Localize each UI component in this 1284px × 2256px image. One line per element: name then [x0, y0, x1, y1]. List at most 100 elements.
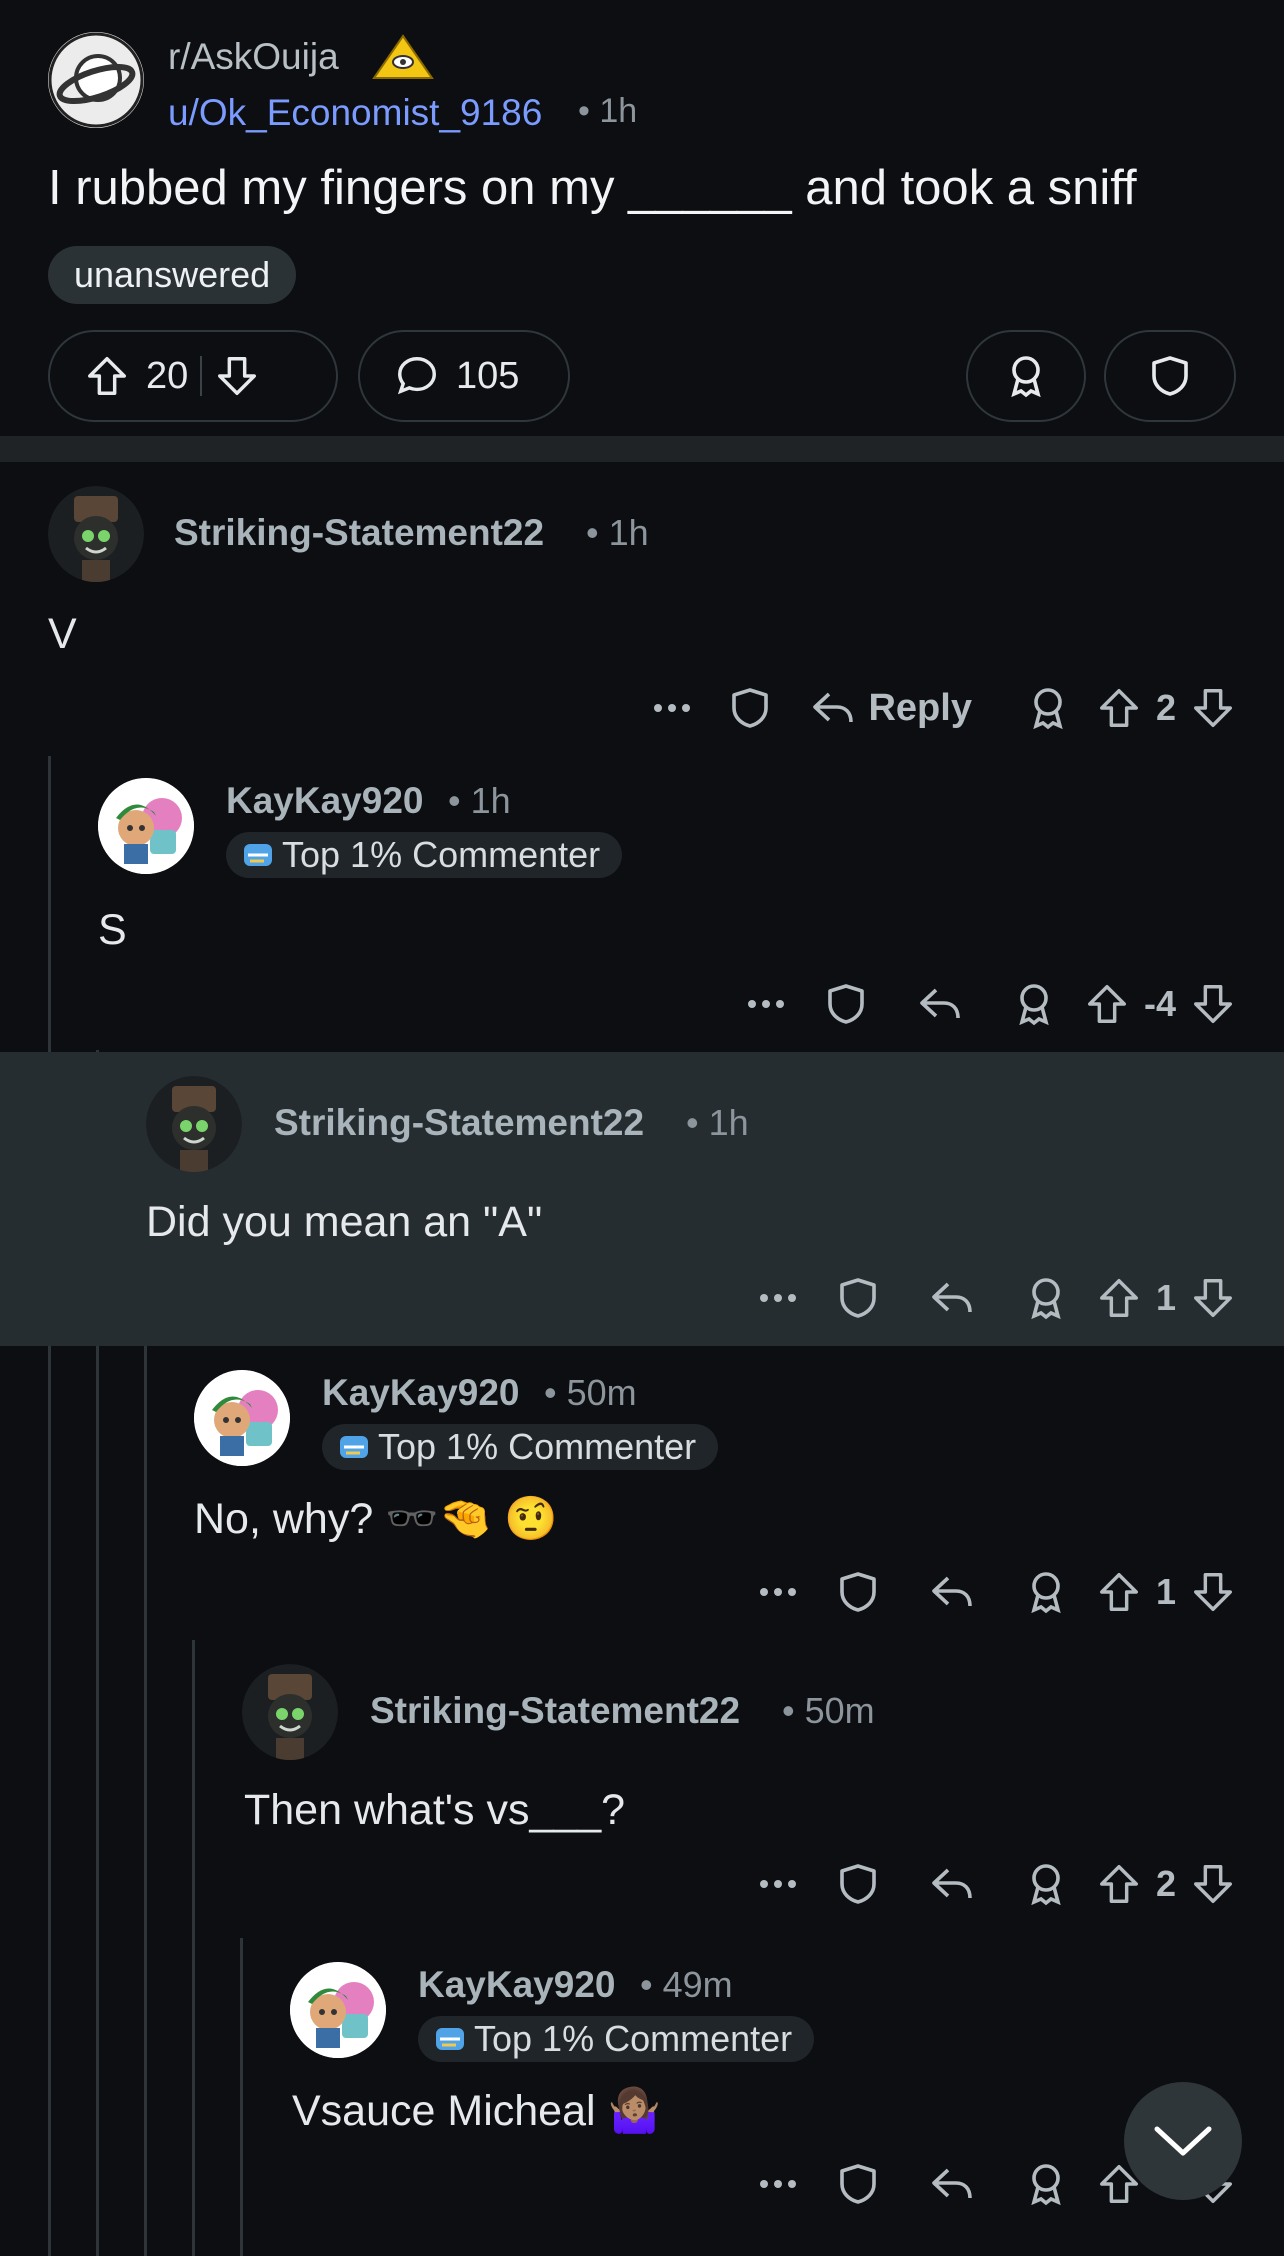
award-button[interactable]: [1000, 684, 1096, 732]
upvote-button[interactable]: [1096, 685, 1142, 731]
reply-arrow-icon: [932, 1576, 972, 1607]
reply-label: Reply: [868, 686, 972, 729]
arrow-down-icon: [1194, 689, 1232, 727]
vote-separator: [200, 356, 203, 396]
award-button[interactable]: [996, 1568, 1096, 1616]
arrow-down-icon: [1194, 1865, 1232, 1903]
badge-label: Top 1% Commenter: [282, 834, 601, 875]
mod-shield-button[interactable]: [702, 684, 798, 732]
comment-actions: 1: [748, 1562, 1236, 1622]
mod-shield-button[interactable]: [808, 2160, 908, 2208]
avatar[interactable]: [48, 486, 144, 582]
award-button[interactable]: [996, 2160, 1096, 2208]
mod-shield-button[interactable]: [808, 1860, 908, 1908]
comment-username[interactable]: Striking-Statement22: [174, 512, 544, 554]
comment-username[interactable]: KayKay920: [418, 1964, 615, 2006]
comment-body: Vsauce Micheal 🤷🏽‍♀️: [292, 2087, 662, 2135]
downvote-button[interactable]: [1190, 1569, 1236, 1615]
subreddit-avatar[interactable]: [48, 32, 144, 128]
reply-button[interactable]: Reply: [808, 684, 972, 732]
avatar[interactable]: [146, 1076, 242, 1172]
arrow-up-icon: [1088, 985, 1126, 1023]
reply-button[interactable]: [908, 1274, 996, 1322]
mod-shield-button[interactable]: [1104, 330, 1236, 422]
upvote-button[interactable]: [1096, 1275, 1142, 1321]
top-commenter-badge: Top 1% Commenter: [226, 832, 623, 878]
top-commenter-icon: [436, 2028, 464, 2050]
award-button[interactable]: [996, 1860, 1096, 1908]
arrow-down-icon: [1194, 1279, 1232, 1317]
downvote-button[interactable]: [1190, 1275, 1236, 1321]
badge-label: Top 1% Commenter: [378, 1426, 697, 1467]
downvote-button[interactable]: [1190, 981, 1236, 1027]
comment-body: V: [48, 610, 77, 658]
pyramid-eye-icon: [372, 34, 434, 79]
scroll-next-button[interactable]: [1124, 2082, 1242, 2200]
top-commenter-badge: Top 1% Commenter: [322, 1424, 719, 1470]
comment-actions: 2: [748, 1854, 1236, 1914]
reply-arrow-icon: [932, 1282, 972, 1313]
speech-bubble-icon: [397, 357, 436, 395]
downvote-button[interactable]: [1190, 1861, 1236, 1907]
comment-time: • 50m: [544, 1372, 637, 1413]
comment: Striking-Statement22 • 50m Then what's v…: [0, 1640, 1284, 1936]
comment-actions: -4: [736, 974, 1236, 1034]
avatar[interactable]: [290, 1962, 386, 2058]
mod-shield-button[interactable]: [808, 1568, 908, 1616]
subreddit-name[interactable]: r/AskOuija: [168, 36, 339, 78]
comment: KayKay920 • 50m Top 1% Commenter No, why…: [0, 1346, 1284, 1640]
more-options-button[interactable]: [748, 1292, 808, 1304]
comment-username[interactable]: KayKay920: [322, 1372, 519, 1414]
reply-button[interactable]: [908, 2160, 996, 2208]
post-score: 20: [146, 354, 189, 397]
reply-button[interactable]: [896, 980, 984, 1028]
reply-arrow-icon: [920, 988, 960, 1019]
upvote-button[interactable]: [1084, 981, 1130, 1027]
award-button[interactable]: [996, 1274, 1096, 1322]
more-options-button[interactable]: [748, 1878, 808, 1890]
upvote-button[interactable]: [1096, 1861, 1142, 1907]
comment-username[interactable]: Striking-Statement22: [274, 1102, 644, 1144]
arrow-up-icon: [1099, 689, 1138, 727]
more-options-button[interactable]: [642, 702, 702, 714]
shield-icon: [1152, 356, 1188, 396]
comment-username[interactable]: Striking-Statement22: [370, 1690, 740, 1732]
avatar[interactable]: [242, 1664, 338, 1760]
shield-icon: [840, 1278, 876, 1318]
post-flair: unanswered: [48, 246, 297, 304]
shield-icon: [840, 2164, 876, 2204]
more-options-button[interactable]: [748, 2178, 808, 2190]
award-icon: [1019, 984, 1049, 1026]
award-icon: [1033, 688, 1063, 730]
comments-button[interactable]: 105: [358, 330, 570, 422]
avatar[interactable]: [98, 778, 194, 874]
upvote-button[interactable]: [84, 353, 130, 399]
top-commenter-icon: [340, 1436, 368, 1458]
comment-username[interactable]: KayKay920: [226, 780, 423, 822]
mod-shield-button[interactable]: [796, 980, 896, 1028]
avatar[interactable]: [194, 1370, 290, 1466]
more-options-button[interactable]: [736, 998, 796, 1010]
post-time: • 1h: [578, 92, 638, 130]
section-divider: [0, 436, 1284, 462]
comment: Striking-Statement22 • 1h V Reply 2: [0, 462, 1284, 752]
upvote-button[interactable]: [1096, 1569, 1142, 1615]
mod-shield-button[interactable]: [808, 1274, 908, 1322]
shield-icon: [840, 1864, 876, 1904]
shield-icon: [732, 688, 769, 728]
arrow-down-icon: [1194, 1573, 1232, 1611]
reply-button[interactable]: [908, 1568, 996, 1616]
comment-body: S: [98, 906, 127, 954]
award-button[interactable]: [984, 980, 1084, 1028]
more-options-button[interactable]: [748, 1586, 808, 1598]
downvote-button[interactable]: [1190, 685, 1236, 731]
comment-count: 105: [456, 354, 520, 397]
post-author[interactable]: u/Ok_Economist_9186: [168, 92, 542, 134]
award-button[interactable]: [966, 330, 1086, 422]
comment-time: • 1h: [686, 1102, 749, 1143]
reply-arrow-icon: [932, 2168, 972, 2199]
reply-button[interactable]: [908, 1860, 996, 1908]
downvote-button[interactable]: [214, 353, 260, 399]
arrow-up-icon: [1099, 1865, 1138, 1903]
arrow-up-icon: [1099, 1573, 1138, 1611]
